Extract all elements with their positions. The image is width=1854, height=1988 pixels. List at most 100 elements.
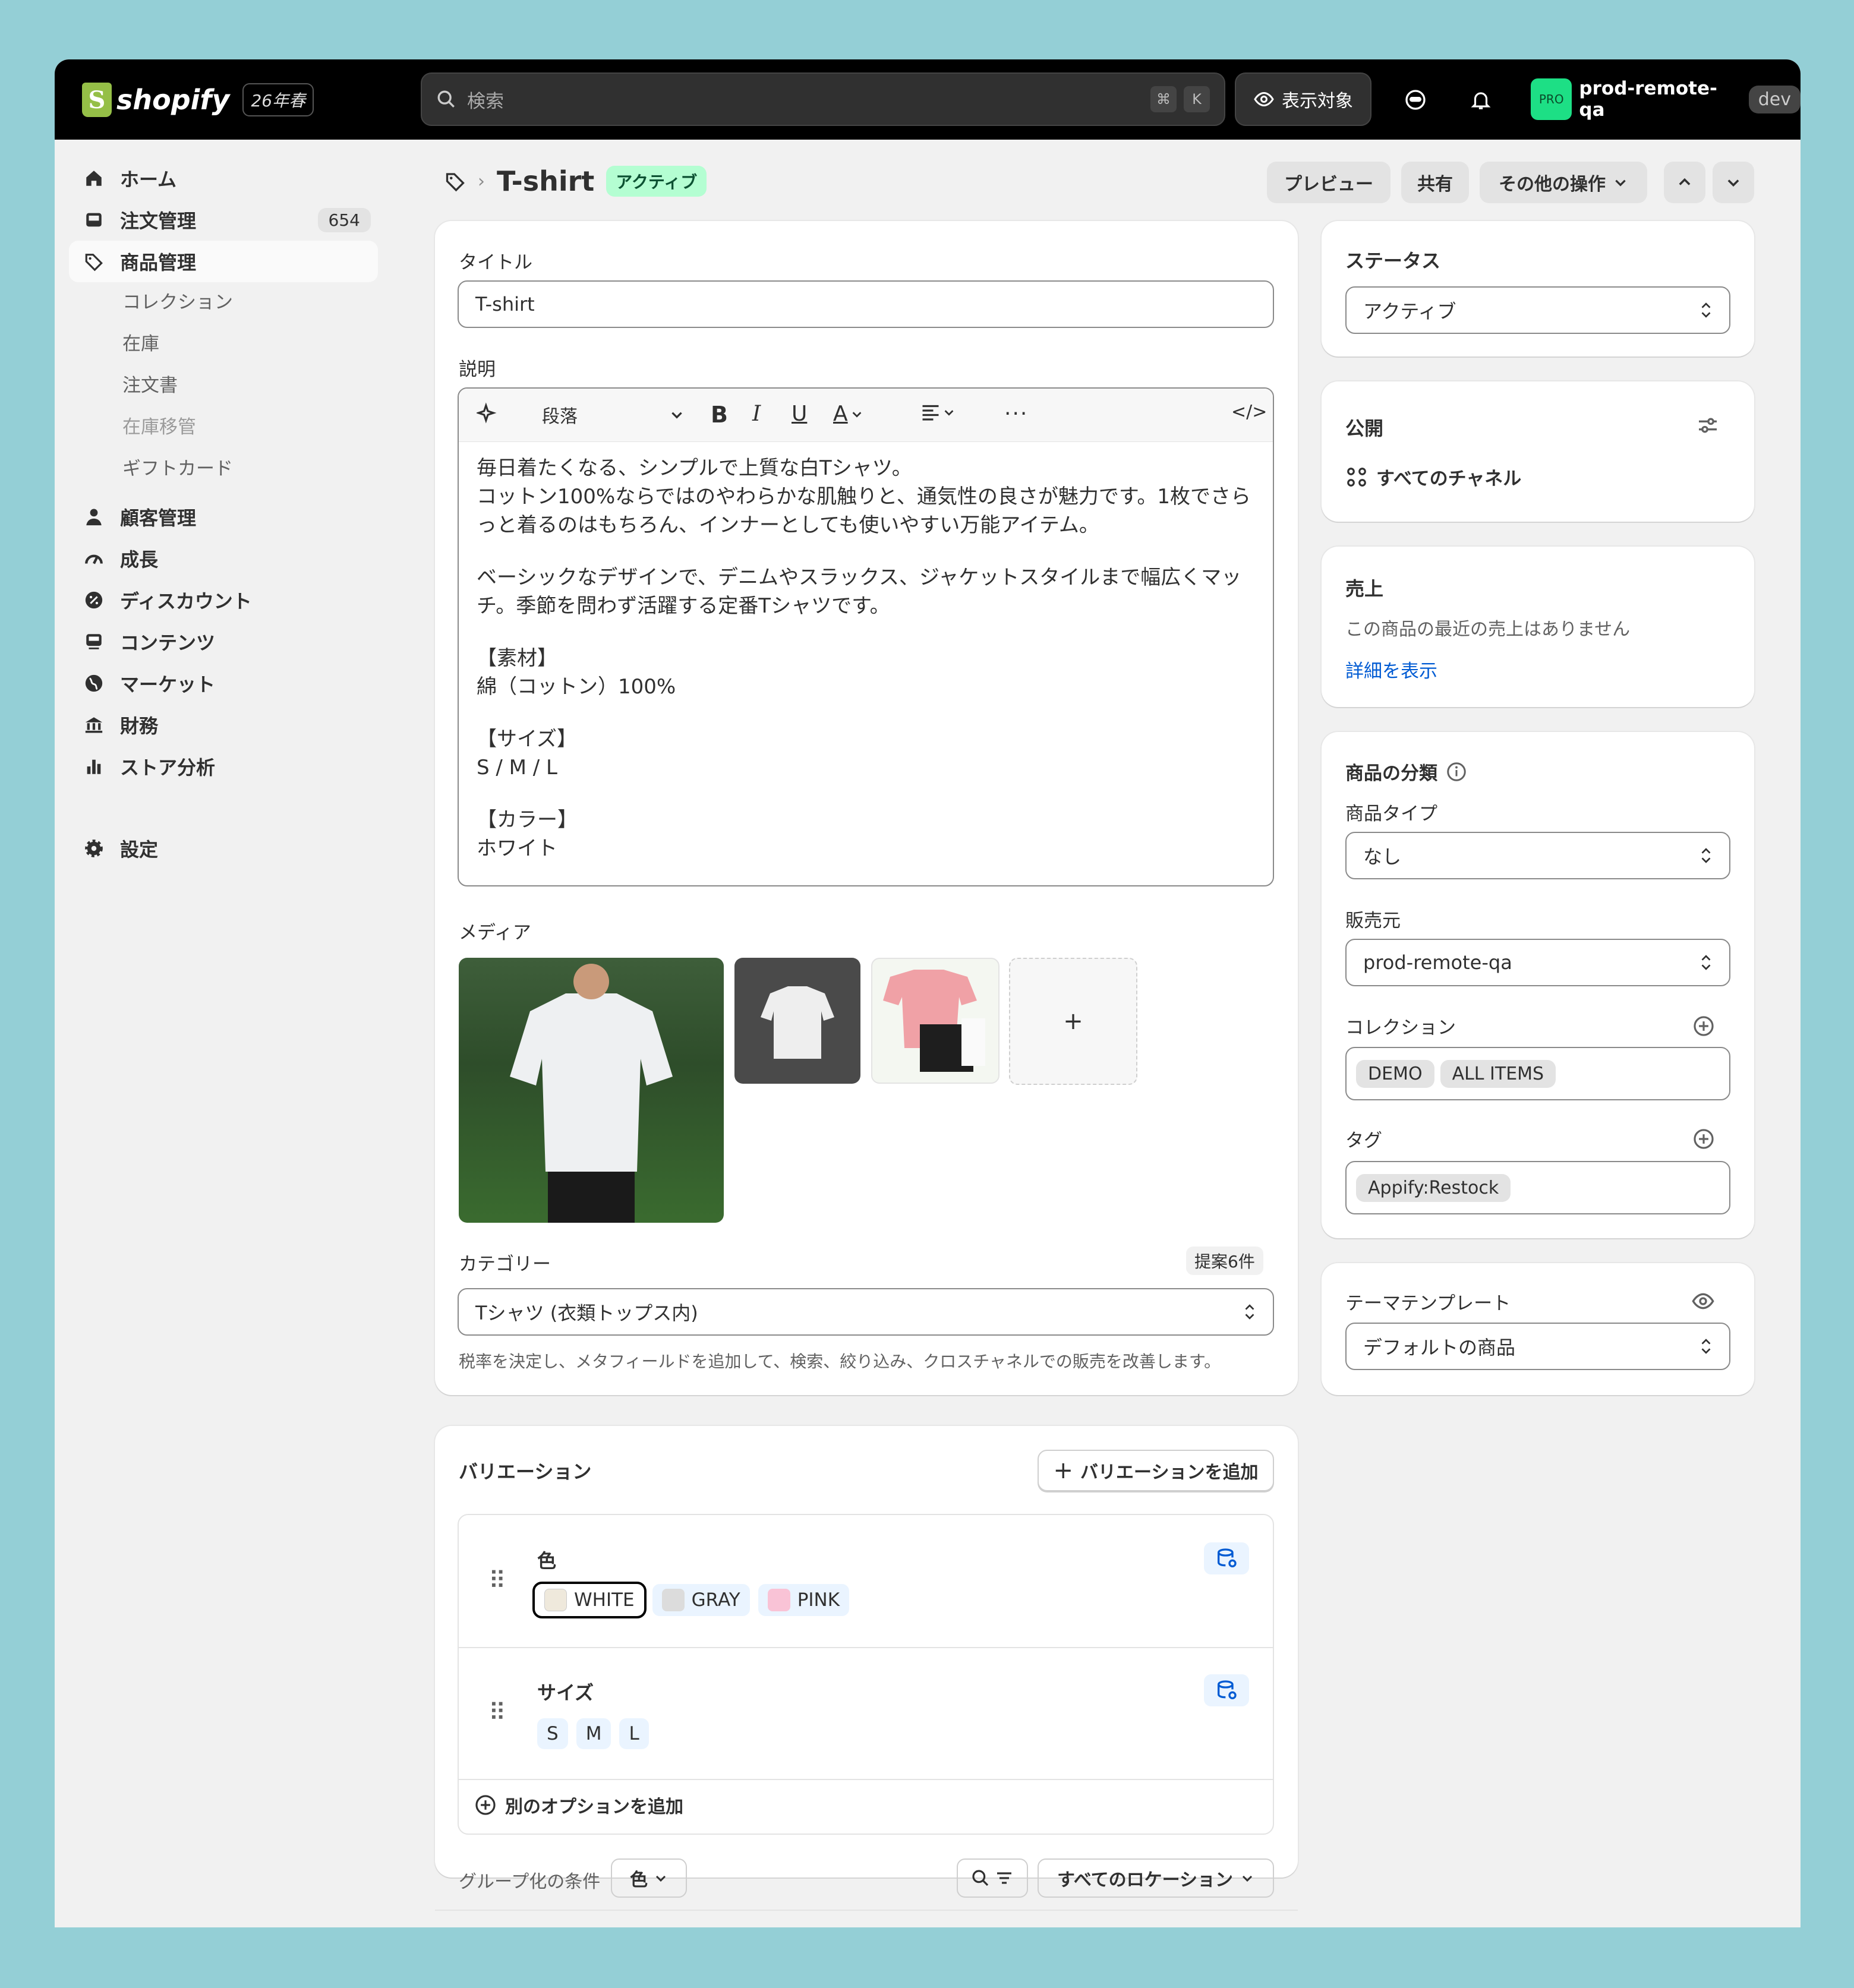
text-color-icon[interactable]: A [833, 402, 863, 426]
chip-label: PINK [797, 1589, 840, 1611]
sidebar-subitem-purchase-orders[interactable]: 注文書 [122, 370, 178, 397]
product-photo-colors[interactable] [871, 958, 999, 1084]
eye-icon [1254, 91, 1274, 107]
sidebar-subitem-inventory[interactable]: 在庫 [122, 329, 159, 355]
metafield-icon[interactable] [1204, 1542, 1249, 1574]
size-chip-s[interactable]: S [537, 1718, 568, 1749]
group-by-label: グループ化の条件 [459, 1872, 601, 1892]
tags-field[interactable]: Appify:Restock [1345, 1161, 1730, 1214]
title-input[interactable]: T-shirt [458, 280, 1274, 328]
align-icon[interactable] [919, 402, 956, 423]
code-view-icon[interactable]: </> [1231, 402, 1267, 422]
description-text[interactable]: 毎日着たくなる、シンプルで上質な白Tシャツ。 コットン100%ならではのやわらか… [459, 442, 1273, 885]
magic-sparkle-icon[interactable] [477, 402, 499, 424]
more-actions-button[interactable]: その他の操作 [1480, 162, 1647, 203]
add-media-button[interactable]: + [1009, 958, 1137, 1085]
shortcut-k-key: K [1184, 86, 1210, 112]
size-chip-m[interactable]: M [576, 1718, 611, 1749]
theme-template-select[interactable]: デフォルトの商品 [1345, 1323, 1730, 1370]
search-filter-button[interactable] [957, 1858, 1028, 1898]
eye-icon[interactable] [1691, 1289, 1715, 1315]
shopify-logo[interactable]: S shopify 26年春 [82, 80, 314, 120]
store-menu[interactable]: PRO prod-remote-qa dev [1531, 72, 1801, 126]
shortcut-cmd-key: ⌘ [1150, 86, 1177, 112]
color-chip-white[interactable]: WHITE [532, 1582, 647, 1618]
sidebar-subitem-collections[interactable]: コレクション [122, 287, 233, 314]
sidebar-item-settings[interactable]: 設定 [69, 828, 378, 869]
visibility-button[interactable]: 表示対象 [1235, 72, 1371, 126]
bell-icon[interactable] [1464, 83, 1497, 116]
bold-icon[interactable]: B [711, 402, 728, 428]
vendor-label: 販売元 [1345, 910, 1401, 932]
product-photo-main[interactable] [459, 958, 724, 1223]
vendor-select[interactable]: prod-remote-qa [1345, 939, 1730, 986]
italic-icon[interactable]: I [752, 402, 761, 426]
paragraph-style-select[interactable]: 段落 [542, 402, 685, 428]
channels-row[interactable]: すべてのチャネル [1345, 463, 1521, 490]
underline-icon[interactable]: U [792, 402, 807, 426]
more-tools-icon[interactable]: ··· [1004, 402, 1028, 426]
product-type-select[interactable]: なし [1345, 832, 1730, 879]
tag-chip[interactable]: Appify:Restock [1356, 1173, 1511, 1202]
color-chip-gray[interactable]: GRAY [652, 1584, 750, 1616]
previous-product-button[interactable] [1664, 162, 1705, 203]
collections-field[interactable]: DEMO ALL ITEMS [1345, 1047, 1730, 1100]
category-select[interactable]: Tシャツ (衣類トップス内) [458, 1288, 1274, 1336]
sidekick-icon[interactable] [1399, 83, 1432, 116]
add-option-button[interactable]: 別のオプションを追加 [474, 1792, 683, 1818]
sidebar-item-content[interactable]: コンテンツ [69, 621, 378, 662]
sidebar-item-home[interactable]: ホーム [69, 157, 378, 199]
tag-icon[interactable] [444, 171, 466, 192]
divider [459, 1647, 1274, 1648]
gauge-icon [82, 547, 106, 570]
next-product-button[interactable] [1713, 162, 1754, 203]
add-collection-icon[interactable] [1692, 1015, 1715, 1040]
sidebar-item-label: 成長 [120, 548, 159, 571]
sidebar-item-products[interactable]: 商品管理 [69, 241, 378, 282]
sidebar-subitem-transfers[interactable]: 在庫移管 [122, 412, 196, 438]
add-tag-icon[interactable] [1692, 1128, 1715, 1153]
more-actions-label: その他の操作 [1499, 174, 1606, 195]
swatch [767, 1589, 790, 1611]
chip-label: GRAY [691, 1589, 740, 1611]
tags-label: タグ [1345, 1130, 1382, 1151]
sidebar-item-analytics[interactable]: ストア分析 [69, 746, 378, 787]
collection-chip[interactable]: DEMO [1356, 1059, 1434, 1088]
sidebar-item-discounts[interactable]: ディスカウント [69, 579, 378, 621]
sidebar-item-customers[interactable]: 顧客管理 [69, 496, 378, 538]
sidebar-item-markets[interactable]: マーケット [69, 662, 378, 704]
metafield-icon[interactable] [1204, 1674, 1249, 1706]
tshirt-hanger-image [761, 986, 834, 1059]
color-chip-pink[interactable]: PINK [758, 1584, 850, 1616]
preview-button[interactable]: プレビュー [1267, 162, 1390, 203]
category-value: Tシャツ (衣類トップス内) [475, 1302, 698, 1324]
group-by-select[interactable]: 色 [611, 1858, 687, 1898]
drag-handle-icon[interactable]: ⠿ [488, 1567, 506, 1595]
collection-chip[interactable]: ALL ITEMS [1440, 1059, 1556, 1088]
publishing-title: 公開 [1345, 417, 1384, 440]
category-suggestions-badge[interactable]: 提案6件 [1186, 1247, 1263, 1275]
locations-select[interactable]: すべてのロケーション [1038, 1858, 1274, 1898]
product-photo-hanger[interactable] [734, 958, 860, 1084]
sidebar-item-orders[interactable]: 注文管理 654 [69, 199, 378, 241]
status-select[interactable]: アクティブ [1345, 286, 1730, 334]
sidebar-item-growth[interactable]: 成長 [69, 538, 378, 579]
tshirt-model-image [510, 964, 673, 1223]
sidebar-subitem-gift-cards[interactable]: ギフトカード [122, 453, 233, 480]
sidebar-item-finance[interactable]: 財務 [69, 704, 378, 746]
visibility-label: 表示対象 [1282, 91, 1353, 112]
size-chip-l[interactable]: L [619, 1718, 649, 1749]
description-paragraph: 毎日着たくなる、シンプルで上質な白Tシャツ。 コットン100%ならではのやわらか… [477, 456, 1251, 537]
discount-icon [82, 588, 106, 612]
info-icon[interactable] [1446, 761, 1467, 782]
settings-sliders-icon[interactable] [1696, 414, 1720, 440]
add-variant-button[interactable]: + バリエーションを追加 [1038, 1450, 1274, 1491]
search-placeholder: 検索 [467, 90, 504, 112]
description-editor[interactable]: 段落 B I U A ··· </> 毎日着たくなる、シンプルで上質な白Tシャツ… [458, 387, 1274, 886]
search-bar[interactable]: 検索 ⌘ K [421, 72, 1225, 126]
organization-header: 商品の分類 [1345, 758, 1467, 785]
sales-details-link[interactable]: 詳細を表示 [1345, 656, 1437, 683]
chevron-down-icon [1727, 179, 1739, 187]
drag-handle-icon[interactable]: ⠿ [488, 1699, 506, 1727]
share-button[interactable]: 共有 [1401, 162, 1469, 203]
